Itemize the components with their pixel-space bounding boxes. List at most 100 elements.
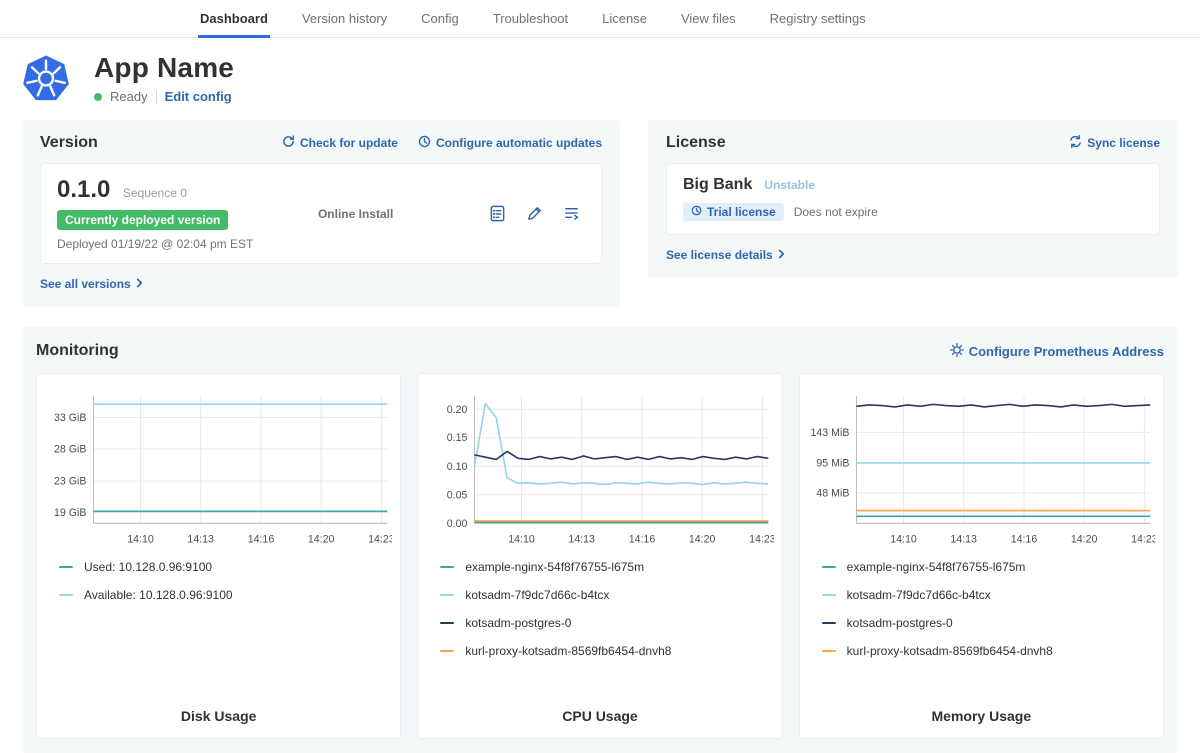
legend-item-kurl-proxy-kotsadm-8569fb6454-dnvh8: kurl-proxy-kotsadm-8569fb6454-dnvh8: [440, 644, 773, 658]
svg-text:14:20: 14:20: [1071, 533, 1098, 545]
svg-text:14:10: 14:10: [127, 533, 154, 545]
license-card: Big Bank Unstable Trial license Does not…: [666, 163, 1160, 235]
chart-title-cpu-usage: CPU Usage: [426, 700, 773, 724]
svg-text:0.10: 0.10: [447, 461, 468, 473]
series-kotsadm-postgres-0: [856, 404, 1150, 407]
chart-title-disk-usage: Disk Usage: [45, 700, 392, 724]
edit-config-link[interactable]: Edit config: [165, 89, 232, 104]
legend-label: example-nginx-54f8f76755-l675m: [465, 560, 644, 574]
legend-label: kotsadm-7f9dc7d66c-b4tcx: [847, 588, 991, 602]
current-version-card: 0.1.0 Sequence 0 Currently deployed vers…: [40, 163, 602, 264]
sync-license-link[interactable]: Sync license: [1069, 135, 1160, 151]
customer-name: Big Bank: [683, 176, 752, 194]
app-status-text: Ready: [110, 89, 148, 104]
ready-status-dot-icon: [94, 93, 102, 101]
legend-label: kotsadm-7f9dc7d66c-b4tcx: [465, 588, 609, 602]
legend-item-kurl-proxy-kotsadm-8569fb6454-dnvh8: kurl-proxy-kotsadm-8569fb6454-dnvh8: [822, 644, 1155, 658]
tab-troubleshoot[interactable]: Troubleshoot: [476, 0, 585, 37]
refresh-icon: [282, 135, 295, 151]
app-meta: App Name Ready Edit config: [94, 52, 234, 104]
legend-item-kotsadm-7f9dc7d66c-b4tcx: kotsadm-7f9dc7d66c-b4tcx: [822, 588, 1155, 602]
cpu-usage-legend: example-nginx-54f8f76755-l675m kotsadm-7f…: [440, 560, 773, 658]
svg-text:14:23: 14:23: [368, 533, 392, 545]
sync-icon: [1069, 135, 1082, 151]
monitoring-panel: Monitoring Configure Prometheus Address …: [22, 327, 1178, 753]
legend-label: kotsadm-postgres-0: [847, 616, 953, 630]
svg-text:95 MiB: 95 MiB: [816, 457, 849, 469]
divider: [156, 90, 157, 104]
legend-item-example-nginx-54f8f76755-l675m: example-nginx-54f8f76755-l675m: [440, 560, 773, 574]
deployed-badge: Currently deployed version: [57, 210, 228, 230]
cpu-usage-card: 0.000.050.100.150.2014:1014:1314:1614:20…: [417, 373, 782, 739]
svg-text:14:13: 14:13: [950, 533, 977, 545]
kubernetes-logo-icon: [22, 54, 70, 102]
legend-item-available-10-128-0-96-9100: Available: 10.128.0.96:9100: [59, 588, 392, 602]
deployed-date: Deployed 01/19/22 @ 02:04 pm EST: [57, 237, 253, 251]
clock-icon: [691, 205, 702, 219]
svg-text:143 MiB: 143 MiB: [810, 427, 849, 439]
svg-text:14:13: 14:13: [569, 533, 596, 545]
configure-automatic-updates-link[interactable]: Configure automatic updates: [418, 135, 602, 151]
legend-label: kurl-proxy-kotsadm-8569fb6454-dnvh8: [465, 644, 671, 658]
svg-text:14:20: 14:20: [689, 533, 716, 545]
configure-prometheus-link[interactable]: Configure Prometheus Address: [950, 343, 1164, 360]
legend-color-dash: [440, 566, 454, 568]
gear-icon: [950, 343, 964, 360]
svg-text:0.15: 0.15: [447, 432, 468, 444]
disk-usage-card: 19 GiB23 GiB28 GiB33 GiB14:1014:1314:161…: [36, 373, 401, 739]
chevron-right-icon: [136, 277, 143, 291]
legend-item-kotsadm-postgres-0: kotsadm-postgres-0: [440, 616, 773, 630]
tab-version-history[interactable]: Version history: [285, 0, 404, 37]
disk-usage-chart: 19 GiB23 GiB28 GiB33 GiB14:1014:1314:161…: [45, 386, 392, 552]
svg-text:14:20: 14:20: [308, 533, 335, 545]
svg-text:14:16: 14:16: [1010, 533, 1037, 545]
legend-item-example-nginx-54f8f76755-l675m: example-nginx-54f8f76755-l675m: [822, 560, 1155, 574]
sequence-label: Sequence 0: [123, 186, 187, 200]
svg-text:14:23: 14:23: [749, 533, 773, 545]
preflight-checks-icon[interactable]: [488, 204, 507, 223]
version-panel-title: Version: [40, 134, 98, 152]
memory-usage-chart: 48 MiB95 MiB143 MiB14:1014:1314:1614:201…: [808, 386, 1155, 552]
tab-dashboard[interactable]: Dashboard: [183, 0, 285, 37]
see-all-versions-link[interactable]: See all versions: [40, 277, 143, 291]
disk-usage-plot: 19 GiB23 GiB28 GiB33 GiB14:1014:1314:161…: [45, 386, 392, 552]
tab-registry-settings[interactable]: Registry settings: [753, 0, 883, 37]
svg-text:19 GiB: 19 GiB: [54, 507, 86, 519]
memory-usage-card: 48 MiB95 MiB143 MiB14:1014:1314:1614:201…: [799, 373, 1164, 739]
tab-view-files[interactable]: View files: [664, 0, 753, 37]
app-title: App Name: [94, 52, 234, 84]
check-for-update-link[interactable]: Check for update: [282, 135, 398, 151]
monitoring-title: Monitoring: [36, 342, 119, 360]
channel-name: Unstable: [764, 178, 815, 192]
legend-label: kotsadm-postgres-0: [465, 616, 571, 630]
license-expiration: Does not expire: [794, 205, 878, 219]
svg-text:14:16: 14:16: [248, 533, 275, 545]
memory-usage-legend: example-nginx-54f8f76755-l675m kotsadm-7f…: [822, 560, 1155, 658]
series-kotsadm-postgres-0: [475, 451, 769, 459]
chart-title-memory-usage: Memory Usage: [808, 700, 1155, 724]
version-actions: [488, 204, 581, 223]
version-info: 0.1.0 Sequence 0 Currently deployed vers…: [57, 176, 253, 251]
legend-label: kurl-proxy-kotsadm-8569fb6454-dnvh8: [847, 644, 1053, 658]
legend-color-dash: [59, 566, 73, 568]
legend-color-dash: [822, 650, 836, 652]
disk-usage-legend: Used: 10.128.0.96:9100Available: 10.128.…: [59, 560, 392, 602]
version-number: 0.1.0: [57, 176, 110, 203]
svg-text:33 GiB: 33 GiB: [54, 412, 86, 424]
nav-tabs: DashboardVersion historyConfigTroublesho…: [0, 0, 1200, 38]
edit-config-pen-icon[interactable]: [525, 204, 544, 223]
license-panel-title: License: [666, 134, 726, 152]
tab-config[interactable]: Config: [404, 0, 476, 37]
install-type-label: Online Install: [318, 207, 393, 221]
release-notes-icon[interactable]: [562, 204, 581, 223]
svg-text:14:23: 14:23: [1131, 533, 1155, 545]
svg-text:14:16: 14:16: [629, 533, 656, 545]
legend-label: example-nginx-54f8f76755-l675m: [847, 560, 1026, 574]
tab-license[interactable]: License: [585, 0, 664, 37]
legend-color-dash: [440, 594, 454, 596]
see-license-details-link[interactable]: See license details: [666, 248, 785, 262]
app-header: App Name Ready Edit config: [0, 38, 1200, 104]
panels-row: Version Check for update Configure autom…: [0, 120, 1200, 307]
legend-item-kotsadm-postgres-0: kotsadm-postgres-0: [822, 616, 1155, 630]
cpu-usage-plot: 0.000.050.100.150.2014:1014:1314:1614:20…: [426, 386, 773, 552]
